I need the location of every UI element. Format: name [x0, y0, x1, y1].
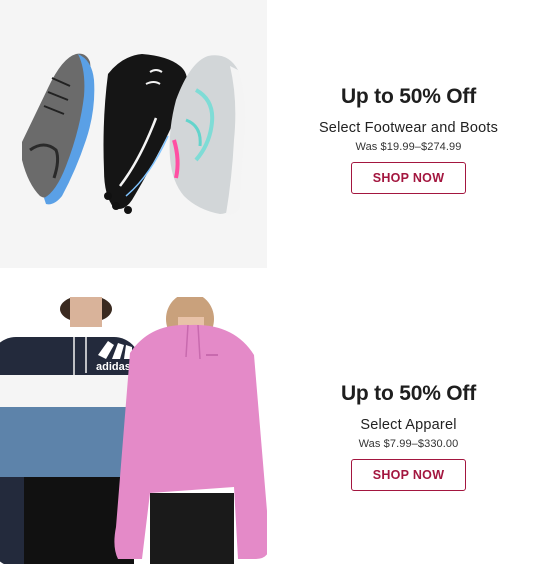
shop-now-footwear-button[interactable]: SHOP NOW	[351, 161, 466, 194]
promo-price-range: Was $7.99–$330.00	[358, 438, 459, 450]
promo-subhead: Select Footwear and Boots	[318, 119, 499, 136]
apparel-image[interactable]: adidas	[0, 297, 267, 564]
adidas-logo-text: adidas	[96, 361, 131, 373]
promo-headline: Up to 50% Off	[340, 84, 477, 108]
promo-footwear: Up to 50% Off Select Footwear and Boots …	[0, 0, 550, 268]
promo-price-range: Was $19.99–$274.99	[355, 140, 462, 153]
shoe-running-grey	[22, 53, 95, 205]
shop-now-apparel-button[interactable]: SHOP NOW	[351, 459, 466, 491]
model-pink-hoodie	[114, 297, 267, 564]
promo-subhead: Select Apparel	[360, 417, 457, 433]
promo-apparel-copy: Up to 50% Off Select Apparel Was $7.99–$…	[267, 297, 550, 564]
promo-headline: Up to 50% Off	[340, 382, 477, 405]
footwear-image[interactable]	[0, 0, 267, 268]
promo-footwear-copy: Up to 50% Off Select Footwear and Boots …	[267, 0, 550, 268]
promo-apparel: adidas Up to 50% Off Select Apparel Was …	[0, 297, 550, 564]
